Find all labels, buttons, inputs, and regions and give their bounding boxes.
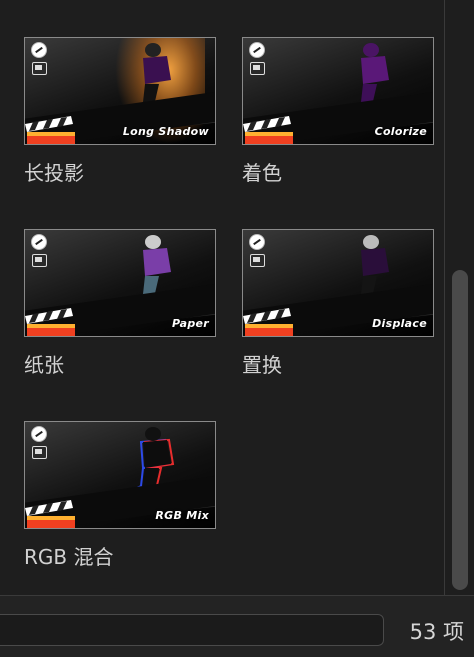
effect-thumbnail[interactable]: Long Shadow <box>24 37 216 145</box>
effect-tile-displace[interactable]: Displace 置换 <box>242 229 434 377</box>
clapperboard-icon <box>25 308 75 336</box>
browser-footer: 53 项 <box>0 595 474 657</box>
effect-label: 纸张 <box>24 353 64 377</box>
item-count-label: 53 项 <box>409 620 464 644</box>
panel-divider <box>444 0 445 595</box>
clock-icon <box>31 42 47 58</box>
clapperboard-icon <box>243 116 293 144</box>
clock-icon <box>31 234 47 250</box>
clock-icon <box>249 234 265 250</box>
clock-icon <box>31 426 47 442</box>
effect-thumbnail[interactable]: Displace <box>242 229 434 337</box>
effect-tile-colorize[interactable]: Colorize 着色 <box>242 37 434 185</box>
clock-icon <box>249 42 265 58</box>
effect-label: 长投影 <box>24 161 84 185</box>
search-input[interactable] <box>0 614 384 646</box>
effect-label: 着色 <box>242 161 282 185</box>
thumbnail-effect-name: Long Shadow <box>122 125 209 138</box>
clapperboard-icon <box>25 500 75 528</box>
effects-browser-grid: Long Shadow 长投影 Colorize 着色 Paper 纸张 Dis… <box>0 0 444 590</box>
thumbnail-effect-name: Paper <box>171 317 209 330</box>
clip-icon <box>250 62 265 75</box>
clapperboard-icon <box>243 308 293 336</box>
thumbnail-effect-name: RGB Mix <box>155 509 209 522</box>
effect-tile-rgb-mix[interactable]: RGB Mix RGB 混合 <box>24 421 216 569</box>
effect-thumbnail[interactable]: RGB Mix <box>24 421 216 529</box>
effect-tile-long-shadow[interactable]: Long Shadow 长投影 <box>24 37 216 185</box>
thumbnail-effect-name: Displace <box>372 317 427 330</box>
effect-label: 置换 <box>242 353 282 377</box>
clapperboard-icon <box>25 116 75 144</box>
scrollbar-thumb[interactable] <box>452 270 468 590</box>
clip-icon <box>32 254 47 267</box>
effect-thumbnail[interactable]: Colorize <box>242 37 434 145</box>
effect-label: RGB 混合 <box>24 545 114 569</box>
effect-tile-paper[interactable]: Paper 纸张 <box>24 229 216 377</box>
effect-thumbnail[interactable]: Paper <box>24 229 216 337</box>
clip-icon <box>32 446 47 459</box>
thumbnail-effect-name: Colorize <box>374 125 427 138</box>
clip-icon <box>250 254 265 267</box>
clip-icon <box>32 62 47 75</box>
